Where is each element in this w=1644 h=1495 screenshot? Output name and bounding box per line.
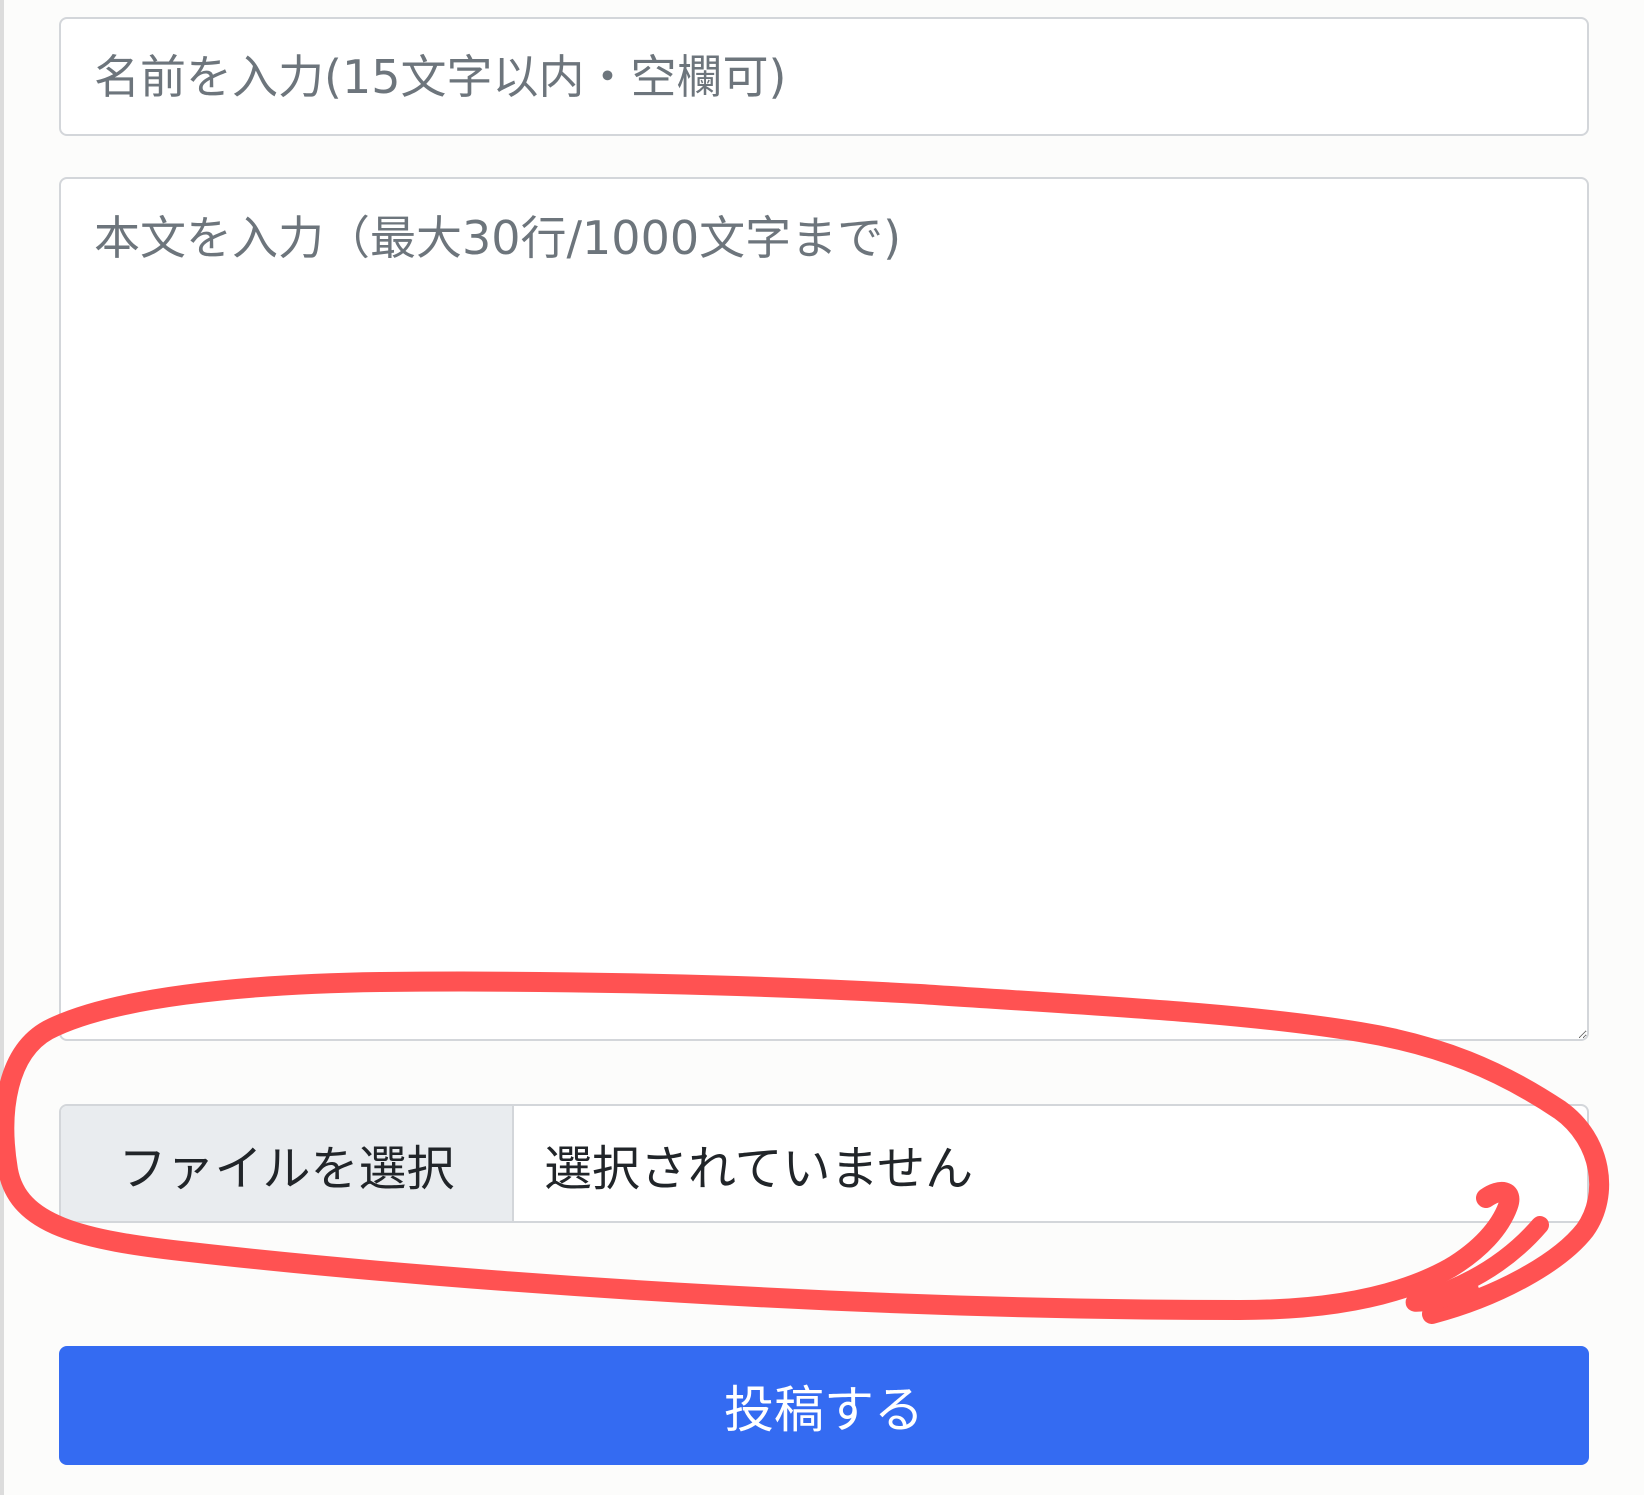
name-input[interactable] xyxy=(59,17,1589,136)
body-textarea[interactable] xyxy=(59,177,1589,1041)
file-input[interactable]: ファイルを選択 選択されていません xyxy=(59,1104,1589,1223)
page-left-border xyxy=(0,0,4,1495)
file-status-text: 選択されていません xyxy=(544,1140,974,1197)
choose-file-button[interactable]: ファイルを選択 xyxy=(61,1106,514,1221)
submit-button[interactable]: 投稿する xyxy=(59,1346,1589,1465)
